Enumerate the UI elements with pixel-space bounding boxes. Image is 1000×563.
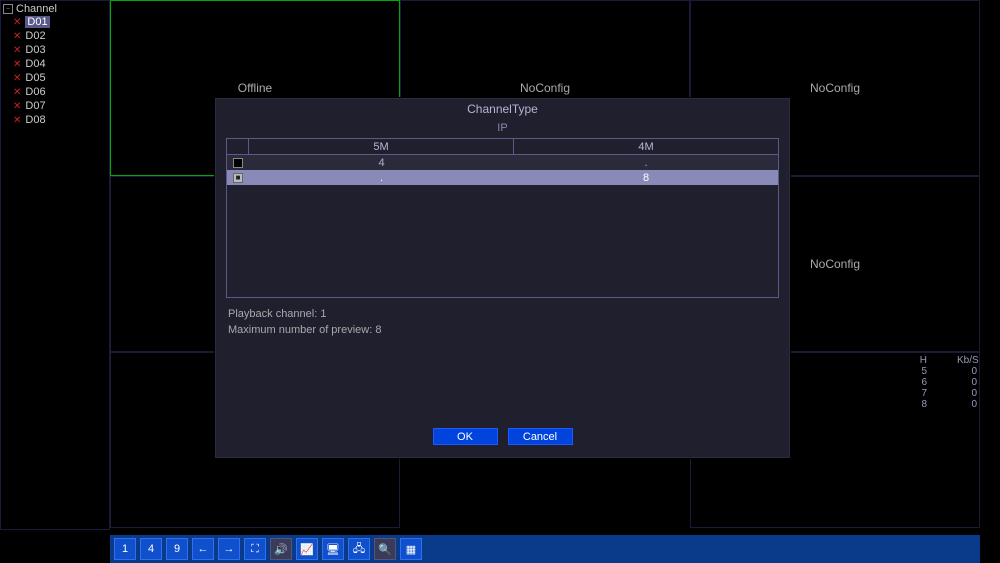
cell-5m: 4 xyxy=(249,155,514,170)
table-row[interactable]: 4. xyxy=(227,155,778,170)
cell-status: Offline xyxy=(238,81,272,95)
checkbox[interactable] xyxy=(233,158,243,168)
stats-row: 80 xyxy=(907,399,977,410)
stats-ch: 8 xyxy=(907,399,927,410)
dialog-title: ChannelType xyxy=(216,99,789,122)
sidebar-item-label: D02 xyxy=(25,30,45,42)
dialog-info: Playback channel: 1 Maximum number of pr… xyxy=(228,306,777,338)
sidebar-item-label: D05 xyxy=(25,72,45,84)
stats-row: 60 xyxy=(907,377,977,388)
stats-rate: 0 xyxy=(957,377,977,388)
cross-icon: ✕ xyxy=(13,17,21,28)
sidebar-item-label: D04 xyxy=(25,58,45,70)
cell-status: NoConfig xyxy=(810,81,860,95)
cell-status: NoConfig xyxy=(810,257,860,271)
dialog-buttons: OK Cancel xyxy=(216,428,789,445)
fullscreen-icon[interactable]: ⛶ xyxy=(244,538,266,560)
cell-status: NoConfig xyxy=(520,81,570,95)
sidebar-title-label: Channel xyxy=(16,3,57,15)
cross-icon: ✕ xyxy=(13,101,21,112)
channel-sidebar: − Channel ✕ D01 ✕ D02 ✕ D03 ✕ D04 ✕ D05 ✕ D06 ✕ D07 ✕ D… xyxy=(0,0,110,530)
channel-type-table: 5M 4M 4.■.8 xyxy=(226,138,779,298)
layout-9-icon[interactable]: 9 xyxy=(166,538,188,560)
table-header: 5M 4M xyxy=(227,139,778,155)
chart-icon[interactable]: 📈 xyxy=(296,538,318,560)
table-col-check xyxy=(227,139,249,154)
stats-rate: 0 xyxy=(957,399,977,410)
sidebar-title: − Channel xyxy=(3,3,107,15)
channel-type-dialog: ChannelType IP 5M 4M 4.■.8 Playback chan… xyxy=(215,98,790,458)
bottom-toolbar: 149←→⛶🔊📈🖥🖧🔍▦ xyxy=(110,535,980,563)
minus-box-icon[interactable]: − xyxy=(3,4,13,14)
sidebar-item-d05[interactable]: ✕ D05 xyxy=(3,71,107,85)
sidebar-item-d03[interactable]: ✕ D03 xyxy=(3,43,107,57)
cross-icon: ✕ xyxy=(13,59,21,70)
cross-icon: ✕ xyxy=(13,31,21,42)
stats-ch: 7 xyxy=(907,388,927,399)
layout-4-icon[interactable]: 4 xyxy=(140,538,162,560)
monitor-icon[interactable]: 🖥 xyxy=(322,538,344,560)
playback-channel-label: Playback channel: 1 xyxy=(228,306,777,322)
sidebar-item-d02[interactable]: ✕ D02 xyxy=(3,29,107,43)
cross-icon: ✕ xyxy=(13,115,21,126)
sidebar-item-label: D07 xyxy=(25,100,45,112)
stats-col-ch: H xyxy=(907,355,927,366)
network-icon[interactable]: 🖧 xyxy=(348,538,370,560)
cross-icon: ✕ xyxy=(13,87,21,98)
cell-5m: . xyxy=(249,170,514,185)
sidebar-item-label: D06 xyxy=(25,86,45,98)
sidebar-item-d01[interactable]: ✕ D01 xyxy=(3,15,107,29)
sidebar-item-d04[interactable]: ✕ D04 xyxy=(3,57,107,71)
cross-icon: ✕ xyxy=(13,73,21,84)
stats-col-rate: Kb/S xyxy=(957,355,977,366)
grid-icon[interactable]: ▦ xyxy=(400,538,422,560)
sidebar-item-d08[interactable]: ✕ D08 xyxy=(3,113,107,127)
checkbox[interactable]: ■ xyxy=(233,173,243,183)
sidebar-item-d06[interactable]: ✕ D06 xyxy=(3,85,107,99)
max-preview-label: Maximum number of preview: 8 xyxy=(228,322,777,338)
stats-ch: 5 xyxy=(907,366,927,377)
volume-icon[interactable]: 🔊 xyxy=(270,538,292,560)
stats-rate: 0 xyxy=(957,366,977,377)
bitrate-stats: H Kb/S 50607080 xyxy=(907,355,977,410)
stats-row: 50 xyxy=(907,366,977,377)
sidebar-item-d07[interactable]: ✕ D07 xyxy=(3,99,107,113)
cell-4m: 8 xyxy=(514,170,778,185)
sidebar-item-label: D08 xyxy=(25,114,45,126)
stats-header: H Kb/S xyxy=(907,355,977,366)
search-icon[interactable]: 🔍 xyxy=(374,538,396,560)
dialog-subtitle: IP xyxy=(216,122,789,138)
stats-ch: 6 xyxy=(907,377,927,388)
cancel-button[interactable]: Cancel xyxy=(508,428,573,445)
stats-row: 70 xyxy=(907,388,977,399)
sidebar-item-label: D01 xyxy=(25,16,49,28)
table-row[interactable]: ■.8 xyxy=(227,170,778,185)
arrow-left-icon[interactable]: ← xyxy=(192,538,214,560)
sidebar-item-label: D03 xyxy=(25,44,45,56)
table-col-4m: 4M xyxy=(514,139,778,154)
arrow-right-icon[interactable]: → xyxy=(218,538,240,560)
layout-1-icon[interactable]: 1 xyxy=(114,538,136,560)
ok-button[interactable]: OK xyxy=(433,428,498,445)
stats-rate: 0 xyxy=(957,388,977,399)
cell-4m: . xyxy=(514,155,778,170)
cross-icon: ✕ xyxy=(13,45,21,56)
table-col-5m: 5M xyxy=(249,139,514,154)
